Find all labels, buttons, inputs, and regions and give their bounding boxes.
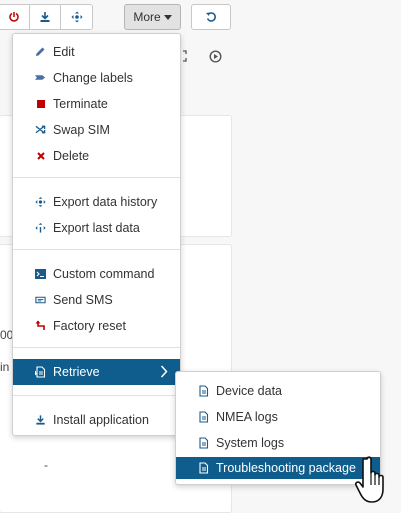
download-icon	[40, 12, 50, 22]
caret-down-icon	[163, 14, 172, 20]
undo-button[interactable]	[191, 4, 231, 30]
download-button[interactable]	[30, 5, 61, 29]
menu-item-label: Edit	[53, 45, 75, 59]
menu-item-label: Custom command	[53, 267, 155, 281]
menu-item-export-data-history[interactable]: Export data history	[13, 191, 180, 213]
menu-item-label: Swap SIM	[53, 123, 110, 137]
menu-divider	[13, 177, 180, 178]
menu-divider	[13, 347, 180, 348]
doc-icon	[198, 385, 209, 397]
move-button[interactable]	[61, 5, 92, 29]
reset-icon	[35, 320, 46, 331]
more-button-label: More	[133, 10, 161, 24]
placeholder-dash: -	[44, 458, 48, 472]
partial-text: in	[0, 360, 10, 374]
toolbar: More	[0, 0, 401, 34]
power-button[interactable]	[0, 5, 30, 29]
menu-item-export-last-data[interactable]: Export last data	[13, 217, 180, 239]
submenu-item-troubleshooting-package[interactable]: Troubleshooting package	[176, 457, 380, 479]
menu-item-label: Export last data	[53, 221, 140, 235]
menu-item-label: Send SMS	[53, 293, 113, 307]
submenu-item-label: NMEA logs	[216, 410, 278, 424]
doc-icon	[198, 437, 209, 449]
menu-item-label: Factory reset	[53, 319, 126, 333]
stop-icon	[35, 98, 46, 109]
menu-item-factory-reset[interactable]: Factory reset	[13, 315, 180, 337]
more-dropdown-menu: Edit Change labels Terminate Swap SIM De…	[12, 33, 181, 436]
retrieve-submenu: Device data NMEA logs System logs Troubl…	[175, 371, 381, 485]
menu-divider	[13, 395, 180, 396]
menu-item-label: Retrieve	[53, 365, 100, 379]
export-history-icon	[35, 196, 46, 207]
undo-icon	[206, 12, 216, 22]
terminal-icon	[35, 268, 46, 279]
doc-icon	[198, 462, 209, 474]
menu-item-terminate[interactable]: Terminate	[13, 93, 180, 115]
sms-icon	[35, 294, 46, 305]
submenu-item-system-logs[interactable]: System logs	[176, 432, 380, 454]
label-icon	[35, 72, 46, 83]
retrieve-icon	[35, 365, 46, 378]
move-icon	[71, 11, 82, 23]
chevron-right-icon	[160, 365, 168, 378]
more-button[interactable]: More	[124, 4, 181, 30]
menu-item-edit[interactable]: Edit	[13, 41, 180, 63]
hand-cursor-icon	[355, 456, 384, 503]
doc-icon	[198, 411, 209, 423]
menu-item-label: Change labels	[53, 71, 133, 85]
menu-item-custom-command[interactable]: Custom command	[13, 263, 180, 285]
menu-item-label: Terminate	[53, 97, 108, 111]
play-circle-icon[interactable]	[209, 50, 222, 63]
x-icon	[35, 150, 46, 161]
pencil-icon	[35, 46, 46, 57]
menu-item-change-labels[interactable]: Change labels	[13, 67, 180, 89]
shuffle-icon	[35, 124, 46, 135]
menu-item-send-sms[interactable]: Send SMS	[13, 289, 180, 311]
menu-divider	[13, 249, 180, 250]
background-icons	[175, 50, 222, 63]
menu-item-label: Delete	[53, 149, 90, 163]
menu-item-label: Export data history	[53, 195, 158, 209]
install-icon	[35, 414, 46, 425]
menu-item-swap-sim[interactable]: Swap SIM	[13, 119, 180, 141]
submenu-item-device-data[interactable]: Device data	[176, 380, 380, 402]
export-last-icon	[35, 222, 46, 233]
submenu-item-label: Device data	[216, 384, 283, 398]
menu-item-label: Install application	[53, 413, 149, 427]
submenu-item-label: Troubleshooting package	[216, 461, 356, 475]
menu-item-retrieve[interactable]: Retrieve	[13, 359, 180, 385]
submenu-item-label: System logs	[216, 436, 285, 450]
submenu-item-nmea-logs[interactable]: NMEA logs	[176, 406, 380, 428]
power-icon	[9, 12, 19, 22]
action-button-group	[0, 4, 93, 30]
menu-item-install-application[interactable]: Install application	[13, 409, 180, 431]
menu-item-delete[interactable]: Delete	[13, 145, 180, 167]
